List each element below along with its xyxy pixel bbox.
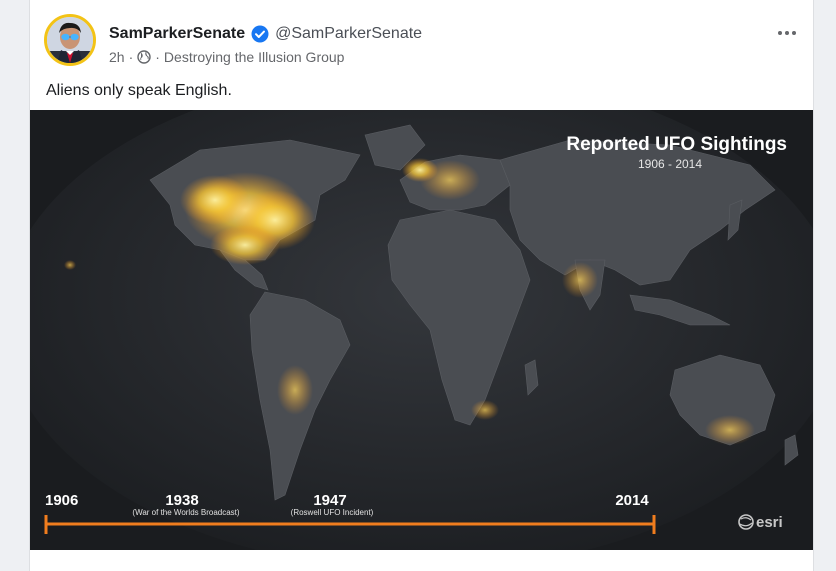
post-time[interactable]: 2h: [109, 49, 125, 65]
timeline-note-1938: (War of the Worlds Broadcast): [132, 508, 239, 517]
group-name[interactable]: Destroying the Illusion Group: [164, 49, 345, 65]
more-dots-icon: [778, 31, 796, 35]
timeline-note-1947: (Roswell UFO Incident): [291, 508, 374, 517]
author-handle[interactable]: @SamParkerSenate: [275, 25, 422, 43]
post-text: Aliens only speak English.: [46, 82, 232, 99]
timeline-year-1906: 1906: [45, 492, 78, 509]
ufo-map-image: Reported UFO Sightings 1906 - 2014 1906 …: [30, 110, 813, 550]
verified-badge-icon: [251, 25, 269, 43]
avatar-image: [47, 17, 93, 63]
map-subtitle: 1906 - 2014: [638, 157, 702, 171]
post-footer-edge: [30, 550, 813, 571]
timeline-year-1938: 1938: [165, 492, 198, 509]
timeline-year-2014: 2014: [615, 492, 649, 509]
meta-separator: ·: [128, 49, 134, 65]
more-options-button[interactable]: [775, 22, 799, 44]
globe-icon: [137, 50, 151, 64]
meta-separator: ·: [155, 49, 160, 65]
author-row: SamParkerSenate @SamParkerSenate: [109, 24, 422, 44]
author-name[interactable]: SamParkerSenate: [109, 25, 245, 43]
esri-logo-text: esri: [756, 514, 783, 531]
post-meta: 2h · · Destroying the Illusion Group: [109, 48, 344, 66]
map-title: Reported UFO Sightings: [566, 134, 787, 155]
post-card: SamParkerSenate @SamParkerSenate 2h · · …: [29, 0, 814, 571]
timeline-year-1947: 1947: [313, 492, 346, 509]
post-image[interactable]: Reported UFO Sightings 1906 - 2014 1906 …: [30, 110, 813, 550]
avatar[interactable]: [44, 14, 96, 66]
